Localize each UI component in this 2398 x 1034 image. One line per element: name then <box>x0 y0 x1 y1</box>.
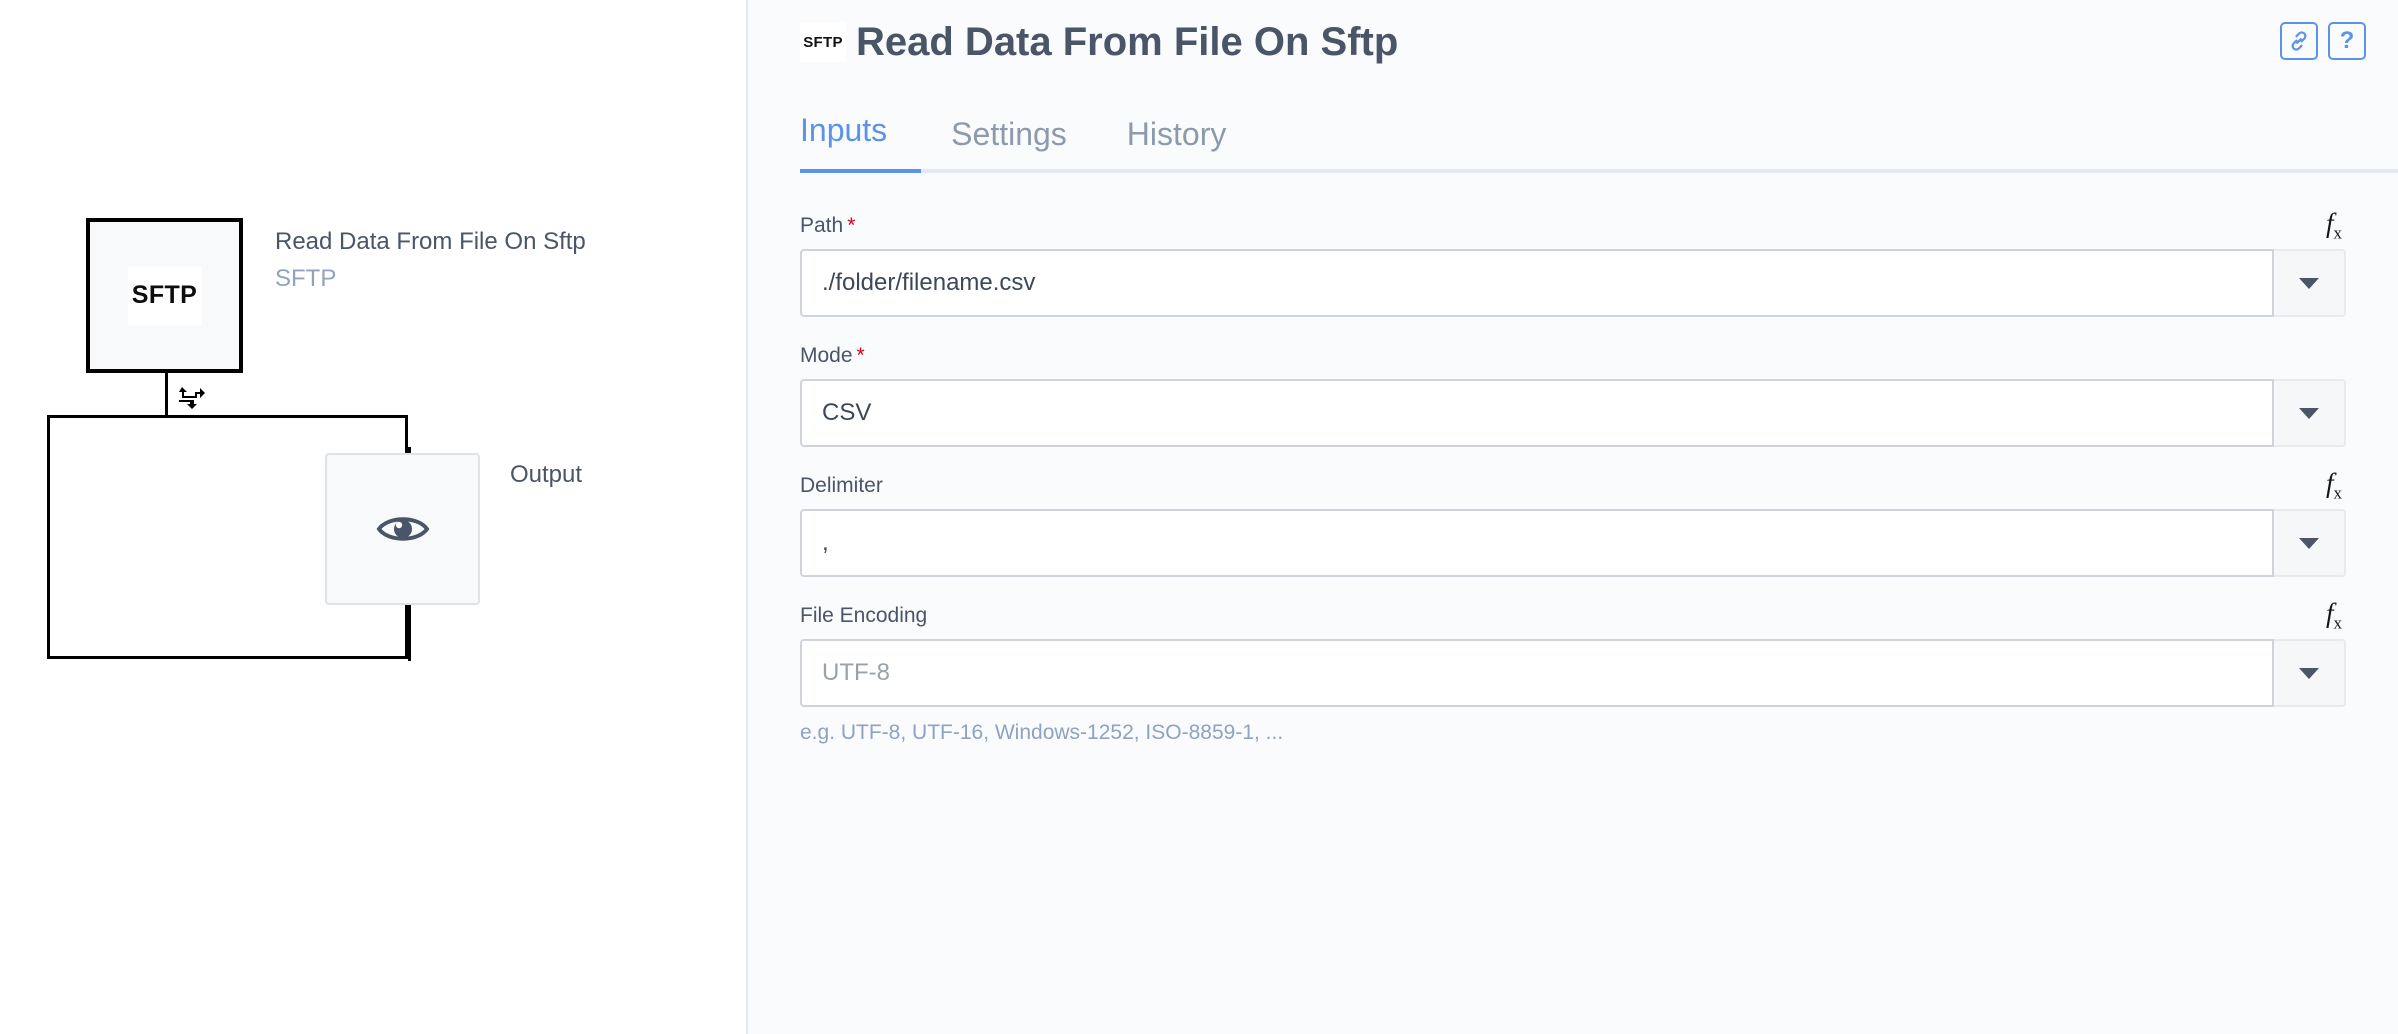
field-path-label-row: Path * fx <box>800 210 2346 242</box>
fx-icon[interactable]: fx <box>2326 210 2346 242</box>
field-file-encoding-control: UTF-8 <box>800 639 2346 707</box>
workflow-canvas[interactable]: SFTP Read Data From File On Sftp SFTP Ou… <box>0 0 746 1034</box>
required-marker: * <box>856 344 865 367</box>
app-root: SFTP Read Data From File On Sftp SFTP Ou… <box>0 0 2398 1034</box>
delimiter-input[interactable]: , <box>800 509 2274 577</box>
chevron-down-icon <box>2299 407 2319 419</box>
file-encoding-dropdown-button[interactable] <box>2274 639 2346 707</box>
mode-input[interactable]: CSV <box>800 379 2274 447</box>
fx-icon[interactable]: fx <box>2326 470 2346 502</box>
file-encoding-input[interactable]: UTF-8 <box>800 639 2274 707</box>
delimiter-dropdown-button[interactable] <box>2274 509 2346 577</box>
fx-placeholder <box>2322 343 2346 369</box>
mode-dropdown-button[interactable] <box>2274 379 2346 447</box>
chevron-down-icon <box>2299 667 2319 679</box>
field-path-control: ./folder/filename.csv <box>800 249 2346 317</box>
help-icon: ? <box>2339 27 2355 54</box>
field-file-encoding-label: File Encoding <box>800 604 928 627</box>
tab-settings[interactable]: Settings <box>921 116 1097 173</box>
field-path: Path * fx ./folder/filename.csv <box>800 210 2346 317</box>
node-sftp-subtitle: SFTP <box>275 265 337 293</box>
field-mode-label-row: Mode * <box>800 343 2346 369</box>
node-sftp[interactable]: SFTP <box>86 218 243 373</box>
field-delimiter: Delimiter fx , <box>800 470 2346 577</box>
node-sftp-labels: Read Data From File On Sftp SFTP <box>275 223 586 297</box>
field-file-encoding: File Encoding fx UTF-8 e.g. UTF-8, UTF-1… <box>800 600 2346 745</box>
fx-icon[interactable]: fx <box>2326 600 2346 632</box>
field-delimiter-control: , <box>800 509 2346 577</box>
eye-icon <box>376 509 430 549</box>
sftp-badge-icon: SFTP <box>127 266 202 325</box>
chevron-down-icon <box>2299 277 2319 289</box>
link-button[interactable] <box>2280 22 2318 60</box>
file-encoding-hint: e.g. UTF-8, UTF-16, Windows-1252, ISO-88… <box>800 721 1284 744</box>
details-panel: SFTP Read Data From File On Sftp ? Input… <box>746 0 2398 1034</box>
field-file-encoding-label-row: File Encoding fx <box>800 600 2346 632</box>
sftp-badge-icon-header: SFTP <box>800 22 846 62</box>
node-output[interactable] <box>325 453 480 605</box>
path-dropdown-button[interactable] <box>2274 249 2346 317</box>
field-mode-control: CSV <box>800 379 2346 447</box>
field-mode-label: Mode * <box>800 344 865 367</box>
required-marker: * <box>847 214 856 237</box>
tab-inputs[interactable]: Inputs <box>800 112 922 173</box>
path-input[interactable]: ./folder/filename.csv <box>800 249 2274 317</box>
node-output-label: Output <box>510 461 583 488</box>
panel-header: SFTP Read Data From File On Sftp ? <box>748 0 2398 84</box>
header-actions: ? <box>2280 22 2366 60</box>
inputs-form: Path * fx ./folder/filename.csv Mode * C… <box>748 173 2398 745</box>
link-icon <box>2288 30 2310 52</box>
tab-history[interactable]: History <box>1097 116 1257 173</box>
node-sftp-title: Read Data From File On Sftp <box>275 228 586 255</box>
help-button[interactable]: ? <box>2328 22 2366 60</box>
tab-bar: Inputs Settings History <box>800 108 2398 173</box>
field-delimiter-label: Delimiter <box>800 474 883 497</box>
field-mode: Mode * CSV <box>800 343 2346 447</box>
page-title: Read Data From File On Sftp <box>856 19 1399 64</box>
field-path-label: Path * <box>800 214 856 237</box>
chevron-down-icon <box>2299 537 2319 549</box>
connector-line-top <box>165 371 168 417</box>
loop-repeat-icon <box>175 385 209 411</box>
field-delimiter-label-row: Delimiter fx <box>800 470 2346 502</box>
